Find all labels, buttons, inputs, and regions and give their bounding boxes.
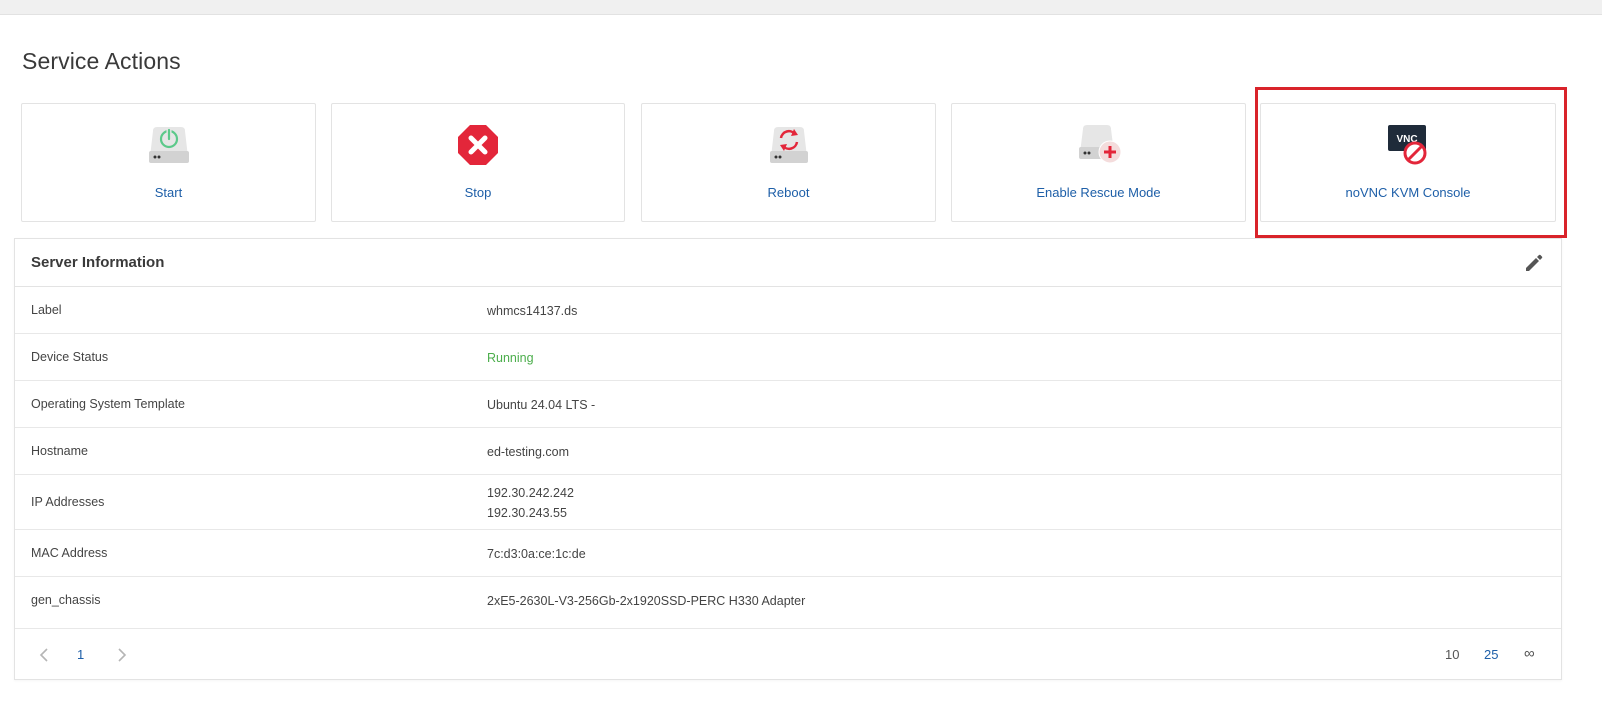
vnc-disabled-icon: VNC bbox=[1384, 123, 1432, 167]
row-value: ed-testing.com bbox=[487, 445, 569, 459]
page-size-10[interactable]: 10 bbox=[1445, 647, 1459, 662]
status-value: Running bbox=[487, 351, 534, 365]
row-label: Hostname bbox=[31, 444, 88, 458]
section-title: Service Actions bbox=[22, 48, 181, 74]
row-label: Label bbox=[31, 303, 62, 317]
row-value: Ubuntu 24.04 LTS - bbox=[487, 398, 596, 412]
enable-rescue-mode-button[interactable]: Enable Rescue Mode bbox=[951, 103, 1246, 222]
ip-address: 192.30.242.242 bbox=[487, 486, 574, 500]
chevron-left-icon[interactable] bbox=[37, 646, 51, 664]
row-label: Operating System Template bbox=[31, 397, 186, 411]
row-label: gen_chassis bbox=[31, 593, 101, 607]
reboot-button[interactable]: Reboot bbox=[641, 103, 936, 222]
info-table: Label whmcs14137.ds Device Status Runnin… bbox=[15, 287, 1561, 629]
action-label: noVNC KVM Console bbox=[1345, 185, 1471, 200]
top-bar bbox=[0, 0, 1602, 15]
table-row: Operating System Template Ubuntu 24.04 L… bbox=[15, 381, 1561, 428]
server-power-icon bbox=[145, 123, 193, 167]
server-information-panel: Server Information Label whmcs14137.ds D… bbox=[14, 238, 1562, 680]
action-label: Reboot bbox=[767, 185, 810, 200]
chevron-right-icon[interactable] bbox=[115, 646, 129, 664]
pencil-icon[interactable] bbox=[1523, 252, 1545, 274]
row-value: 7c:d3:0a:ce:1c:de bbox=[487, 547, 586, 561]
novnc-kvm-console-button[interactable]: VNC noVNC KVM Console bbox=[1260, 103, 1556, 222]
table-row: Label whmcs14137.ds bbox=[15, 287, 1561, 334]
server-reboot-icon bbox=[765, 123, 813, 167]
server-rescue-icon bbox=[1075, 123, 1123, 167]
pagination: 1 10 25 ∞ bbox=[15, 631, 1561, 679]
action-label: Enable Rescue Mode bbox=[1036, 185, 1161, 200]
action-label: Start bbox=[154, 185, 183, 200]
panel-title: Server Information bbox=[31, 254, 165, 271]
row-value: whmcs14137.ds bbox=[487, 304, 578, 318]
start-button[interactable]: Start bbox=[21, 103, 316, 222]
table-row: Hostname ed-testing.com bbox=[15, 428, 1561, 475]
row-label: MAC Address bbox=[31, 546, 108, 560]
table-row: Device Status Running bbox=[15, 334, 1561, 381]
ip-address: 192.30.243.55 bbox=[487, 506, 567, 520]
row-value: 2xE5-2630L-V3-256Gb-2x1920SSD-PERC H330 … bbox=[487, 594, 806, 608]
page-number[interactable]: 1 bbox=[77, 647, 84, 662]
page-size-all[interactable]: ∞ bbox=[1524, 645, 1535, 662]
table-row: IP Addresses 192.30.242.242 192.30.243.5… bbox=[15, 475, 1561, 530]
row-label: Device Status bbox=[31, 350, 109, 364]
row-label: IP Addresses bbox=[31, 495, 105, 509]
table-row: MAC Address 7c:d3:0a:ce:1c:de bbox=[15, 530, 1561, 577]
table-row: gen_chassis 2xE5-2630L-V3-256Gb-2x1920SS… bbox=[15, 577, 1561, 629]
stop-button[interactable]: Stop bbox=[331, 103, 625, 222]
page-size-25[interactable]: 25 bbox=[1484, 647, 1498, 662]
stop-octagon-icon bbox=[454, 123, 502, 167]
action-label: Stop bbox=[464, 185, 492, 200]
panel-header: Server Information bbox=[15, 239, 1561, 287]
